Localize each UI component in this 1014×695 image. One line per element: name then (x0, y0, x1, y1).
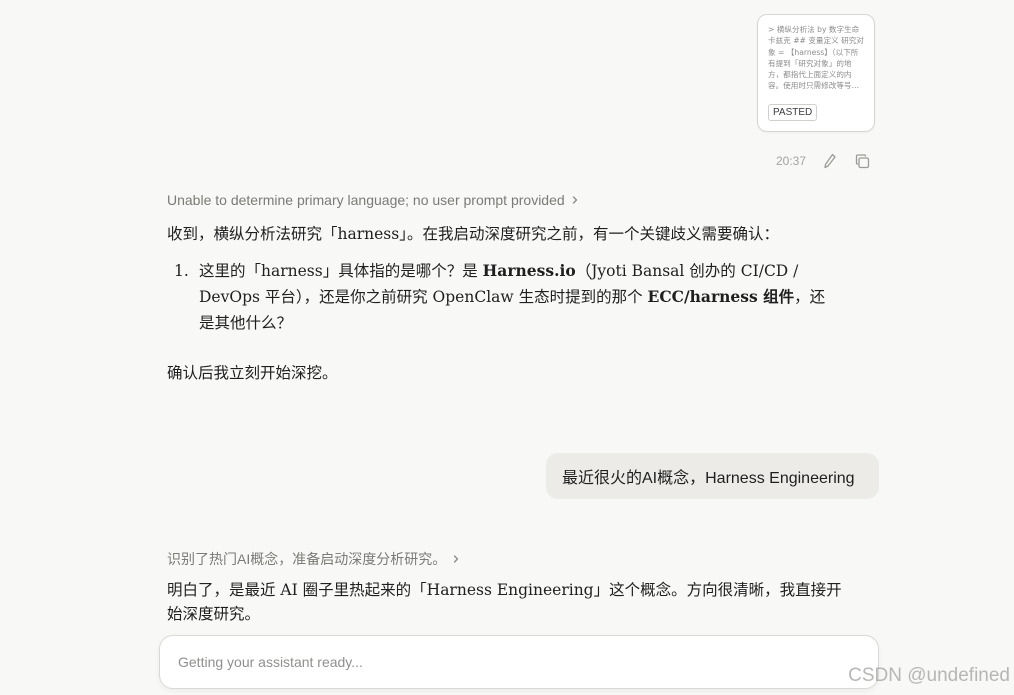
assistant-reply-text: 明白了，是最近 AI 圈子里热起来的「Harness Engineering」这… (167, 581, 842, 623)
chevron-right-icon (452, 554, 460, 564)
message-timestamp: 20:37 (776, 154, 807, 168)
list-item: 这里的「harness」具体指的是哪个？是 Harness.io（Jyoti B… (199, 258, 839, 336)
copy-icon[interactable] (854, 153, 870, 169)
chat-page: > 横纵分析法 by 数字生命卡兹克 ## 变量定义 研究对象 = 【harne… (0, 0, 1014, 695)
thinking-summary-toggle[interactable]: Unable to determine primary language; no… (167, 192, 579, 208)
thinking-summary-text-2: 识别了热门AI概念，准备启动深度分析研究。 (167, 551, 447, 567)
composer (159, 635, 879, 689)
assistant-numbered-list: 1. 这里的「harness」具体指的是哪个？是 Harness.io（Jyot… (167, 258, 847, 336)
list-item-text-1: 这里的「harness」具体指的是哪个？是 (199, 262, 483, 280)
list-item-number: 1. (174, 262, 189, 280)
assistant-intro-text: 收到，横纵分析法研究「harness」。在我启动深度研究之前，有一个关键歧义需要… (167, 225, 779, 243)
pasted-badge: PASTED (768, 104, 818, 121)
thinking-summary-toggle-2[interactable]: 识别了热门AI概念，准备启动深度分析研究。 (167, 549, 460, 569)
list-item-bold-ecc-harness: ECC/harness 组件 (647, 287, 795, 306)
pasted-attachment-card[interactable]: > 横纵分析法 by 数字生命卡兹克 ## 变量定义 研究对象 = 【harne… (757, 14, 875, 132)
user-message-bubble: 最近很火的AI概念，Harness Engineering (546, 453, 879, 499)
assistant-closing-text: 确认后我立刻开始深挖。 (167, 364, 338, 382)
pencil-icon[interactable] (822, 153, 838, 169)
message-meta: 20:37 (776, 152, 886, 170)
chevron-right-icon (571, 195, 579, 205)
message-input[interactable] (176, 653, 860, 671)
list-item-bold-harness-io: Harness.io (482, 261, 576, 280)
pasted-preview-text: > 横纵分析法 by 数字生命卡兹克 ## 变量定义 研究对象 = 【harne… (768, 25, 864, 91)
user-message-text: 最近很火的AI概念，Harness Engineering (562, 470, 855, 487)
thinking-summary-text: Unable to determine primary language; no… (167, 192, 565, 208)
watermark: CSDN @undefined (848, 665, 1010, 686)
